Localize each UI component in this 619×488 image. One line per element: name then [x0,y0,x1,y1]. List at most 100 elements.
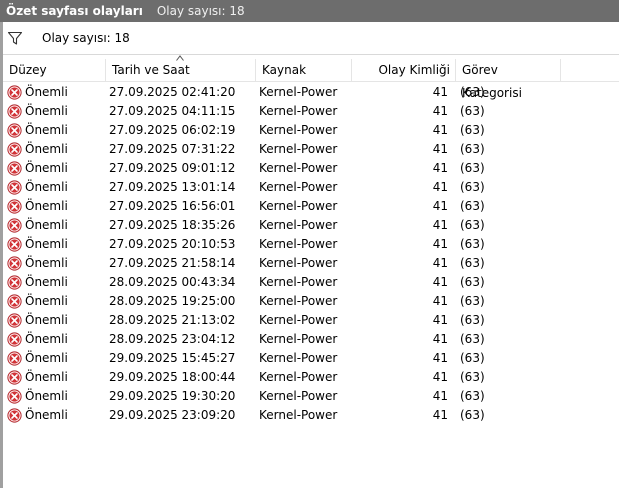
event-id-cell: 41 [432,256,448,270]
event-id-cell: 41 [432,313,448,327]
source-cell: Kernel-Power [259,123,338,137]
date-time-cell: 29.09.2025 23:09:20 [109,408,236,422]
task-category-cell: (63) [460,218,485,232]
table-row[interactable]: Önemli 29.09.2025 23:09:20 Kernel-Power … [3,406,619,425]
column-header-date[interactable]: Tarih ve Saat [106,55,256,82]
table-row[interactable]: Önemli 28.09.2025 19:25:00 Kernel-Power … [3,292,619,311]
table-row[interactable]: Önemli 27.09.2025 07:31:22 Kernel-Power … [3,140,619,159]
table-row[interactable]: Önemli 27.09.2025 21:58:14 Kernel-Power … [3,254,619,273]
date-time-cell: 27.09.2025 09:01:12 [109,161,236,175]
table-row[interactable]: Önemli 27.09.2025 06:02:19 Kernel-Power … [3,121,619,140]
table-row[interactable]: Önemli 27.09.2025 16:56:01 Kernel-Power … [3,197,619,216]
column-header-label: Kaynak [262,63,307,77]
task-category-cell: (63) [460,123,485,137]
source-cell: Kernel-Power [259,199,338,213]
event-id-cell: 41 [432,237,448,251]
error-icon [7,332,22,347]
task-category-cell: (63) [460,142,485,156]
date-time-cell: 27.09.2025 06:02:19 [109,123,236,137]
window-titlebar: Özet sayfası olayları Olay sayısı: 18 [0,0,619,22]
table-row[interactable]: Önemli 28.09.2025 00:43:34 Kernel-Power … [3,273,619,292]
task-category-cell: (63) [460,180,485,194]
level-cell: Önemli [7,368,68,387]
table-row[interactable]: Önemli 27.09.2025 04:11:15 Kernel-Power … [3,102,619,121]
table-row[interactable]: Önemli 27.09.2025 13:01:14 Kernel-Power … [3,178,619,197]
table-row[interactable]: Önemli 27.09.2025 20:10:53 Kernel-Power … [3,235,619,254]
task-category-cell: (63) [460,389,485,403]
column-header-event-id[interactable]: Olay Kimliği [352,59,456,82]
table-row[interactable]: Önemli 29.09.2025 19:30:20 Kernel-Power … [3,387,619,406]
table-row[interactable]: Önemli 27.09.2025 09:01:12 Kernel-Power … [3,159,619,178]
level-text: Önemli [25,142,68,156]
source-cell: Kernel-Power [259,85,338,99]
table-header: Düzey Tarih ve Saat Kaynak Olay Kimliği … [3,55,619,100]
level-text: Önemli [25,123,68,137]
table-row[interactable]: Önemli 29.09.2025 18:00:44 Kernel-Power … [3,368,619,387]
sort-ascending-icon [176,55,184,61]
task-category-cell: (63) [460,275,485,289]
event-id-cell: 41 [432,351,448,365]
task-category-cell: (63) [460,104,485,118]
level-cell: Önemli [7,349,68,368]
date-time-cell: 27.09.2025 20:10:53 [109,237,236,251]
event-panel: Olay sayısı: 18 Düzey Tarih ve Saat Kayn… [0,22,619,488]
level-text: Önemli [25,294,68,308]
level-cell: Önemli [7,197,68,216]
error-icon [7,370,22,385]
table-row[interactable]: Önemli 29.09.2025 15:45:27 Kernel-Power … [3,349,619,368]
column-header-label: Düzey [9,63,47,77]
date-time-cell: 27.09.2025 16:56:01 [109,199,236,213]
level-text: Önemli [25,237,68,251]
level-text: Önemli [25,313,68,327]
source-cell: Kernel-Power [259,275,338,289]
task-category-cell: (63) [460,408,485,422]
date-time-cell: 28.09.2025 23:04:12 [109,332,236,346]
source-cell: Kernel-Power [259,142,338,156]
table-row[interactable]: Önemli 28.09.2025 21:13:02 Kernel-Power … [3,311,619,330]
task-category-cell: (63) [460,332,485,346]
column-header-source[interactable]: Kaynak [256,59,352,82]
date-time-cell: 27.09.2025 13:01:14 [109,180,236,194]
error-icon [7,256,22,271]
table-row[interactable]: Önemli 27.09.2025 02:41:20 Kernel-Power … [3,83,619,102]
date-time-cell: 28.09.2025 21:13:02 [109,313,236,327]
level-cell: Önemli [7,216,68,235]
level-text: Önemli [25,85,68,99]
task-category-cell: (63) [460,256,485,270]
event-id-cell: 41 [432,123,448,137]
level-cell: Önemli [7,292,68,311]
level-cell: Önemli [7,330,68,349]
date-time-cell: 27.09.2025 07:31:22 [109,142,236,156]
date-time-cell: 27.09.2025 21:58:14 [109,256,236,270]
column-header-label: Tarih ve Saat [112,63,190,77]
level-text: Önemli [25,332,68,346]
date-time-cell: 29.09.2025 18:00:44 [109,370,236,384]
error-icon [7,142,22,157]
level-text: Önemli [25,218,68,232]
event-id-cell: 41 [432,294,448,308]
event-id-cell: 41 [432,408,448,422]
column-header-task-category[interactable]: Görev Kategorisi [456,59,561,100]
error-icon [7,85,22,100]
table-row[interactable]: Önemli 28.09.2025 23:04:12 Kernel-Power … [3,330,619,349]
table-row[interactable]: Önemli 27.09.2025 18:35:26 Kernel-Power … [3,216,619,235]
source-cell: Kernel-Power [259,313,338,327]
column-header-level[interactable]: Düzey [3,59,106,82]
event-id-cell: 41 [432,389,448,403]
error-icon [7,389,22,404]
titlebar-event-count: Olay sayısı: 18 [156,4,245,18]
level-cell: Önemli [7,235,68,254]
level-text: Önemli [25,199,68,213]
level-cell: Önemli [7,140,68,159]
source-cell: Kernel-Power [259,218,338,232]
error-icon [7,237,22,252]
level-text: Önemli [25,256,68,270]
filter-icon[interactable] [7,30,23,46]
event-id-cell: 41 [432,199,448,213]
task-category-cell: (63) [460,237,485,251]
level-text: Önemli [25,180,68,194]
task-category-cell: (63) [460,351,485,365]
filter-event-count: Olay sayısı: 18 [42,31,130,45]
error-icon [7,104,22,119]
event-id-cell: 41 [432,218,448,232]
